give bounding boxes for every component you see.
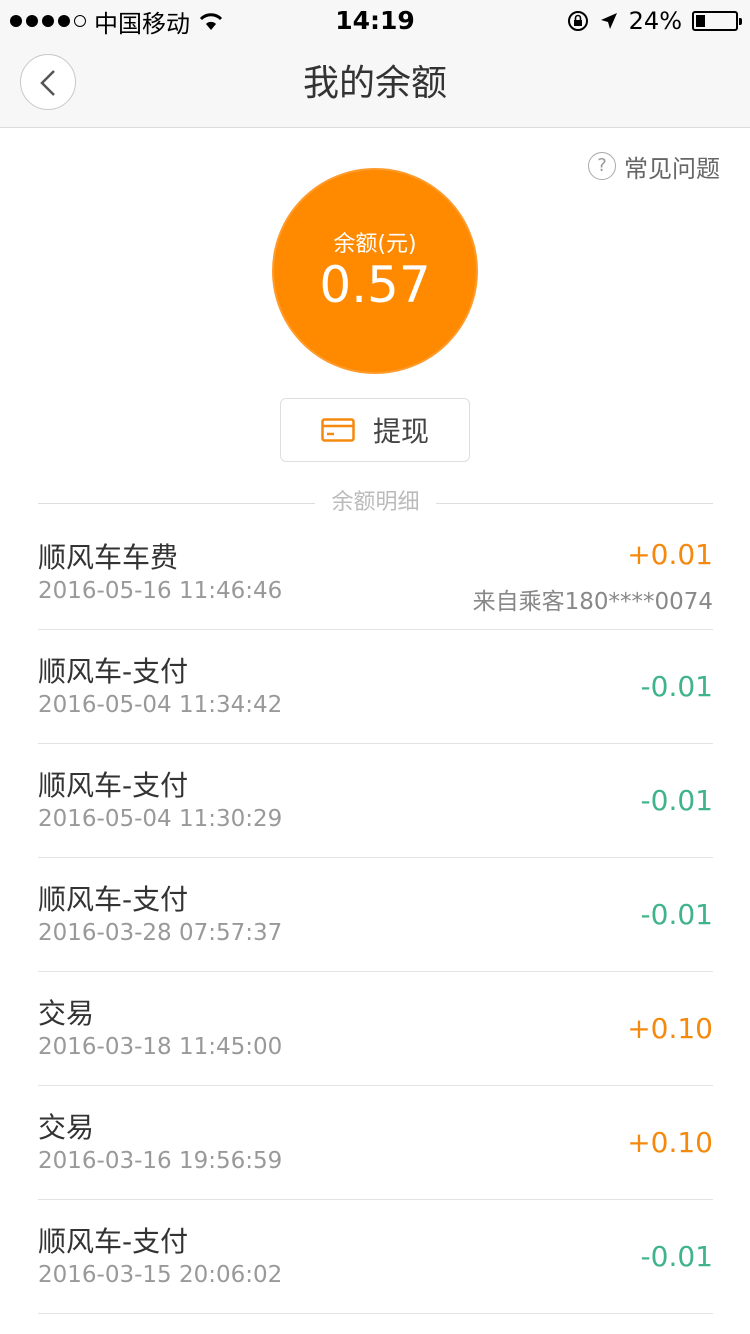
status-right: 24% <box>567 6 742 36</box>
transaction-row[interactable]: 交易 2016-03-16 19:56:59 +0.10 <box>38 1086 713 1200</box>
transaction-amount: -0.01 <box>640 1240 713 1273</box>
transaction-amount: +0.10 <box>627 1012 713 1045</box>
transaction-title: 交易 <box>38 1111 95 1144</box>
transaction-time: 2016-05-04 11:34:42 <box>38 692 283 718</box>
transaction-title: 顺风车车费 <box>38 541 179 574</box>
transaction-title: 交易 <box>38 997 95 1030</box>
transaction-row[interactable]: 顺风车-支付 2016-03-15 20:06:02 -0.01 <box>38 1200 713 1314</box>
battery-icon <box>692 11 742 31</box>
page-title: 我的余额 <box>302 63 447 104</box>
transaction-time: 2016-03-15 20:06:02 <box>38 1262 283 1288</box>
transaction-title: 顺风车-支付 <box>38 655 189 688</box>
orientation-lock-icon <box>567 11 588 31</box>
battery-percent: 24% <box>628 7 682 35</box>
transaction-title: 顺风车-支付 <box>38 769 189 802</box>
transaction-amount: -0.01 <box>640 898 713 931</box>
transaction-row[interactable]: 顺风车-支付 2016-03-28 07:57:37 -0.01 <box>38 858 713 972</box>
balance-label: 余额(元) <box>333 232 417 257</box>
details-section-header: 余额明细 <box>38 488 713 518</box>
question-icon: ? <box>588 152 616 180</box>
withdraw-label: 提现 <box>372 415 429 448</box>
transaction-title: 顺风车-支付 <box>38 1225 189 1258</box>
withdraw-button[interactable]: 提现 <box>280 398 470 462</box>
balance-value: 0.57 <box>319 256 431 314</box>
transaction-amount: +0.10 <box>627 1126 713 1159</box>
transaction-note: 来自乘客180****0074 <box>472 589 713 615</box>
nav-bar: 我的余额 <box>0 40 750 128</box>
transaction-row[interactable]: 顺风车车费 2016-05-16 11:46:46 +0.01 来自乘客180*… <box>38 516 713 630</box>
transaction-time: 2016-03-16 19:56:59 <box>38 1148 283 1174</box>
transaction-row[interactable]: 顺风车-支付 2016-05-04 11:30:29 -0.01 <box>38 744 713 858</box>
balance-circle: 余额(元) 0.57 <box>272 168 478 374</box>
divider <box>436 503 713 504</box>
transaction-time: 2016-05-04 11:30:29 <box>38 806 283 832</box>
transaction-time: 2016-05-16 11:46:46 <box>38 578 283 604</box>
faq-label: 常见问题 <box>624 154 720 183</box>
transaction-amount: -0.01 <box>640 784 713 817</box>
transaction-row[interactable]: 顺风车-支付 2016-05-04 11:34:42 -0.01 <box>38 630 713 744</box>
status-bar: 中国移动 14:19 24% <box>0 0 750 40</box>
transaction-time: 2016-03-28 07:57:37 <box>38 920 283 946</box>
location-arrow-icon <box>600 13 617 29</box>
transaction-row[interactable]: 交易 2016-03-18 11:45:00 +0.10 <box>38 972 713 1086</box>
card-icon <box>321 418 355 442</box>
transaction-amount: -0.01 <box>640 670 713 703</box>
transaction-amount: +0.01 <box>627 538 713 571</box>
transaction-title: 顺风车-支付 <box>38 883 189 916</box>
transaction-list: 顺风车车费 2016-05-16 11:46:46 +0.01 来自乘客180*… <box>38 516 713 1314</box>
faq-link[interactable]: ? 常见问题 <box>588 148 720 184</box>
transaction-time: 2016-03-18 11:45:00 <box>38 1034 283 1060</box>
